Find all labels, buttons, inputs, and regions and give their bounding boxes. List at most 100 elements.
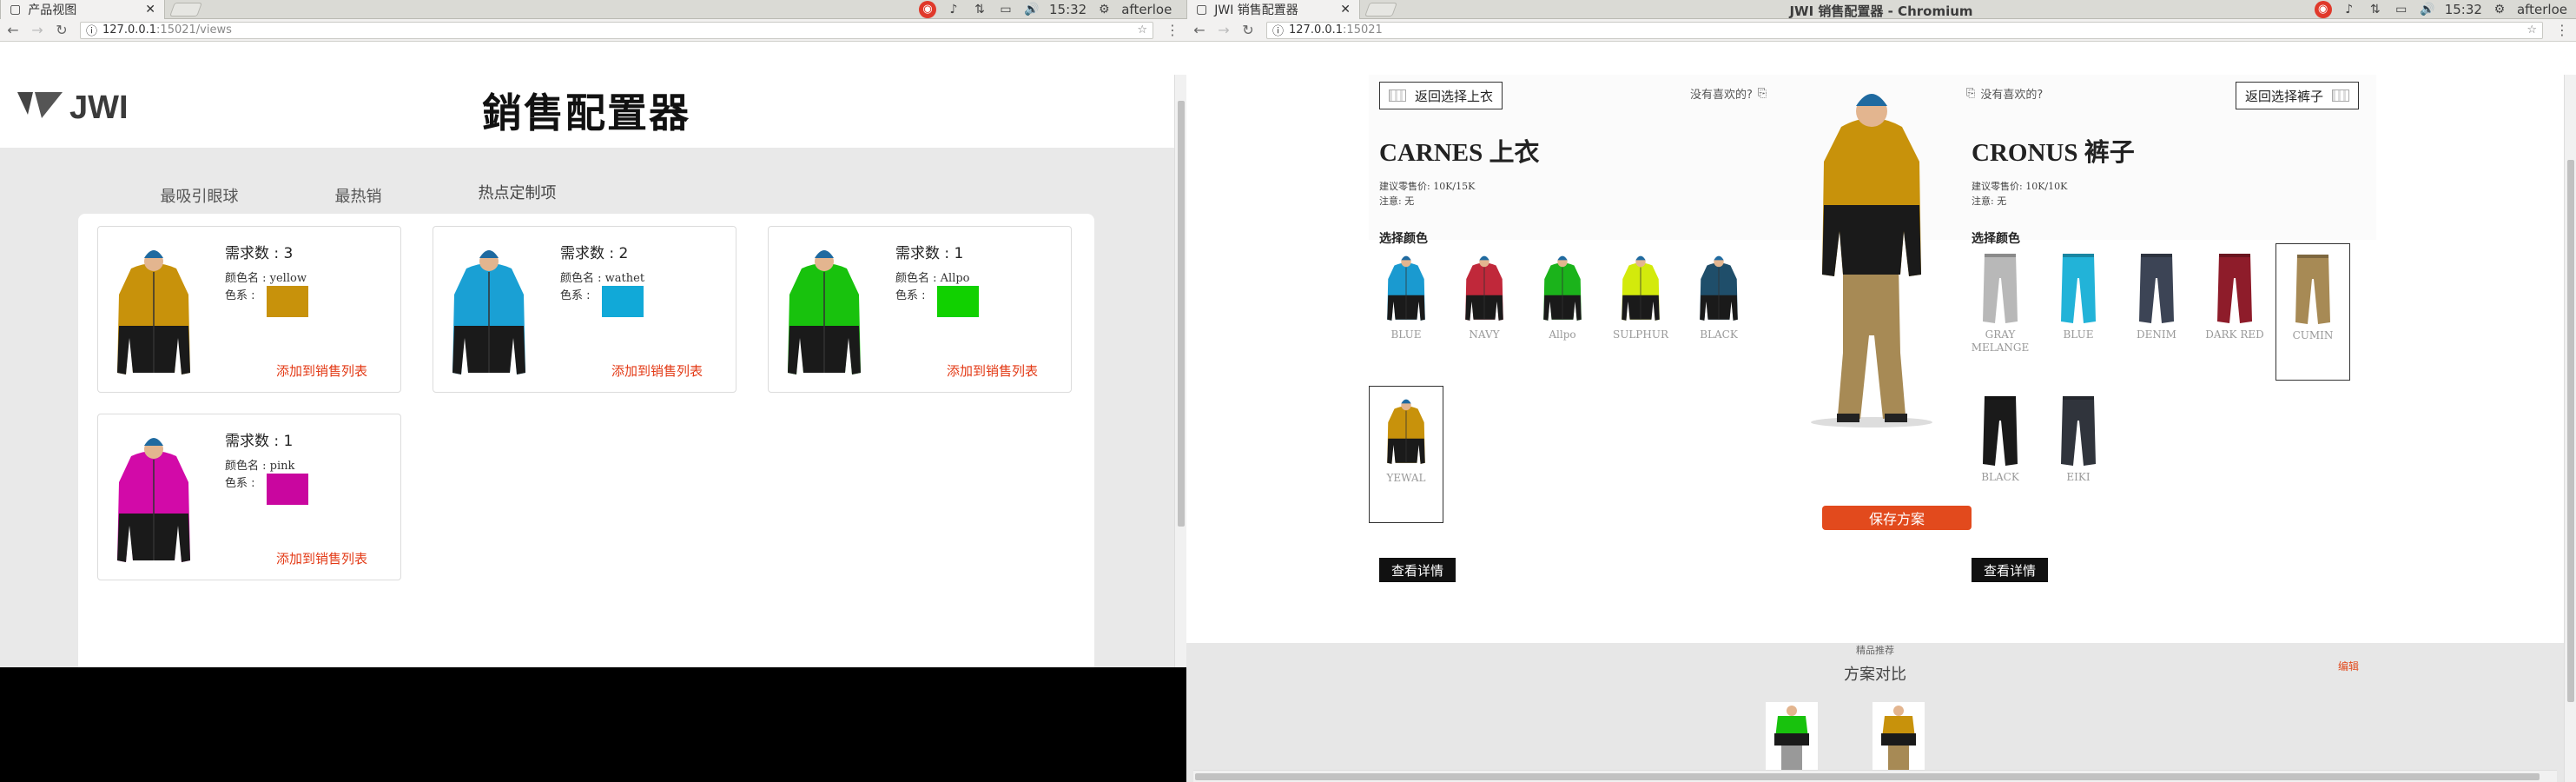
add-to-sales-list-link[interactable]: 添加到销售列表 bbox=[947, 361, 1038, 380]
pants-color-option[interactable]: BLUE bbox=[2041, 243, 2116, 381]
jacket-color-option[interactable]: YEWAL bbox=[1369, 386, 1443, 523]
bookmark-star-icon[interactable]: ☆ bbox=[2526, 23, 2537, 36]
add-to-sales-list-link[interactable]: 添加到销售列表 bbox=[276, 549, 367, 567]
tab-title: JWI 销售配置器 bbox=[1214, 3, 1298, 17]
no-favorite-jacket[interactable]: 没有喜欢的? ⎘ bbox=[1690, 85, 1767, 102]
no-favorite-pants[interactable]: ⎘ 没有喜欢的? bbox=[1966, 85, 2043, 102]
input-method-icon[interactable]: ♪ bbox=[2341, 3, 2358, 17]
username[interactable]: afterloe bbox=[1121, 2, 1172, 17]
jacket-image bbox=[783, 242, 866, 383]
pants-color-option[interactable]: DARK RED bbox=[2197, 243, 2272, 381]
close-tab-icon[interactable]: ✕ bbox=[1340, 3, 1351, 17]
battery-icon[interactable]: ▭ bbox=[997, 3, 1014, 17]
back-arrow-icon[interactable]: ← bbox=[1193, 22, 1205, 38]
url-path: :15021/views bbox=[156, 23, 232, 36]
add-to-sales-list-link[interactable]: 添加到销售列表 bbox=[276, 361, 367, 380]
back-to-pants-button[interactable]: 返回选择裤子 bbox=[2236, 82, 2360, 109]
configurator-page: 返回选择上衣 没有喜欢的? ⎘ CARNES 上衣 建议零售价: 10K/15K… bbox=[1186, 75, 2564, 782]
jacket-color-option[interactable]: BLUE bbox=[1369, 243, 1443, 381]
product-card: 需求数 : 1 颜色名 : Allpo 色系 : 添加到销售列表 bbox=[768, 226, 1072, 393]
url-host: 127.0.0.1 bbox=[102, 23, 157, 36]
logo-mark-icon bbox=[16, 89, 64, 128]
page-icon: ▢ bbox=[10, 2, 22, 17]
scrollbar-thumb[interactable] bbox=[1195, 773, 2540, 780]
username[interactable]: afterloe bbox=[2517, 2, 2567, 17]
pants-detail-button[interactable]: 查看详情 bbox=[1972, 558, 2049, 582]
pants-color-option[interactable]: GRAY MELANGE bbox=[1963, 243, 2038, 381]
bookmark-star-icon[interactable]: ☆ bbox=[1137, 23, 1147, 36]
new-tab-button[interactable] bbox=[169, 2, 202, 17]
window-title: JWI 销售配置器 - Chromium bbox=[1789, 3, 1973, 19]
pants-price: 建议零售价: 10K/10K bbox=[1972, 181, 2068, 192]
bulb-icon: ⎘ bbox=[1966, 87, 1976, 100]
pants-color-option[interactable]: EIKI bbox=[2041, 386, 2116, 523]
color-name: 颜色名 : pink bbox=[225, 460, 295, 473]
app-indicator-icon[interactable]: ◉ bbox=[919, 1, 936, 18]
pants-color-thumbnail bbox=[1978, 394, 2023, 467]
product-card: 需求数 : 1 颜色名 : pink 色系 : 添加到销售列表 bbox=[97, 414, 401, 580]
jacket-color-option[interactable]: NAVY bbox=[1447, 243, 1522, 381]
jacket-color-thumbnail bbox=[1540, 252, 1585, 325]
jacket-color-option-name: YEWAL bbox=[1386, 472, 1426, 484]
plan-thumbnail[interactable] bbox=[1766, 702, 1818, 772]
pants-color-thumbnail bbox=[1978, 252, 2023, 325]
color-name: 颜色名 : yellow bbox=[225, 272, 307, 285]
right-vertical-scrollbar[interactable] bbox=[2564, 75, 2576, 782]
clock[interactable]: 15:32 bbox=[1049, 2, 1087, 17]
left-browser-window: ▢ 产品视图 ✕ ← → ↻ ⓘ 127.0.0.1:15021/views ☆… bbox=[0, 0, 1186, 667]
demand-count: 需求数 : 1 bbox=[225, 433, 294, 450]
url-path: :15021 bbox=[1343, 23, 1383, 36]
jacket-color-option[interactable]: Allpo bbox=[1525, 243, 1600, 381]
left-vertical-scrollbar[interactable] bbox=[1174, 75, 1186, 667]
pants-title: CRONUS 裤子 bbox=[1972, 139, 2135, 167]
jacket-color-thumbnail bbox=[1384, 395, 1429, 468]
menu-icon[interactable]: ⋮ bbox=[1166, 22, 1179, 38]
horizontal-scrollbar[interactable] bbox=[1193, 770, 2557, 782]
browser-tab[interactable]: ▢ JWI 销售配置器 ✕ bbox=[1186, 0, 1360, 19]
jacket-color-option[interactable]: BLACK bbox=[1681, 243, 1756, 381]
recommend-label: 精品推荐 bbox=[1856, 645, 1894, 656]
forward-arrow-icon[interactable]: → bbox=[1218, 22, 1230, 38]
jacket-note: 注意: 无 bbox=[1379, 196, 1415, 207]
back-arrow-icon[interactable]: ← bbox=[7, 22, 19, 38]
input-method-icon[interactable]: ♪ bbox=[945, 3, 962, 17]
tab-most-eye-catching[interactable]: 最吸引眼球 bbox=[120, 184, 279, 217]
reload-icon[interactable]: ↻ bbox=[1242, 22, 1254, 38]
menu-icon[interactable]: ⋮ bbox=[2555, 22, 2569, 38]
clock[interactable]: 15:32 bbox=[2445, 2, 2482, 17]
jacket-color-option[interactable]: SULPHUR bbox=[1603, 243, 1678, 381]
jacket-color-thumbnail bbox=[1618, 252, 1663, 325]
network-icon[interactable]: ⇅ bbox=[971, 3, 988, 17]
settings-gear-icon[interactable]: ⚙ bbox=[1095, 3, 1113, 17]
pants-color-option-name: EIKI bbox=[2066, 471, 2091, 483]
edit-link[interactable]: 编辑 bbox=[2338, 659, 2359, 673]
new-tab-button[interactable] bbox=[1364, 2, 1397, 17]
jacket-detail-button[interactable]: 查看详情 bbox=[1379, 558, 1456, 582]
volume-icon[interactable]: 🔊 bbox=[1023, 3, 1040, 17]
pants-color-option[interactable]: CUMIN bbox=[2275, 243, 2350, 381]
volume-icon[interactable]: 🔊 bbox=[2419, 3, 2436, 17]
app-indicator-icon[interactable]: ◉ bbox=[2314, 1, 2332, 18]
plan-thumbnail[interactable] bbox=[1873, 702, 1925, 772]
save-plan-button[interactable]: 保存方案 bbox=[1822, 506, 1972, 530]
page-title: 銷售配置器 bbox=[482, 89, 690, 136]
network-icon[interactable]: ⇅ bbox=[2367, 3, 2384, 17]
forward-arrow-icon[interactable]: → bbox=[31, 22, 43, 38]
address-bar[interactable]: ⓘ 127.0.0.1:15021 ☆ bbox=[1266, 21, 2543, 39]
tab-best-selling[interactable]: 最热销 bbox=[279, 184, 438, 217]
settings-gear-icon[interactable]: ⚙ bbox=[2491, 3, 2508, 17]
tab-hot-custom[interactable]: 热点定制项 bbox=[438, 181, 597, 217]
pants-color-option[interactable]: BLACK bbox=[1963, 386, 2038, 523]
close-tab-icon[interactable]: ✕ bbox=[145, 3, 155, 17]
scrollbar-thumb[interactable] bbox=[1178, 101, 1185, 527]
address-bar[interactable]: ⓘ 127.0.0.1:15021/views ☆ bbox=[80, 21, 1153, 39]
reload-icon[interactable]: ↻ bbox=[56, 22, 68, 38]
pants-color-option-name: DENIM bbox=[2137, 328, 2176, 341]
browser-tab[interactable]: ▢ 产品视图 ✕ bbox=[0, 0, 165, 19]
add-to-sales-list-link[interactable]: 添加到销售列表 bbox=[611, 361, 703, 380]
scrollbar-thumb[interactable] bbox=[2567, 160, 2574, 702]
pants-color-option[interactable]: DENIM bbox=[2119, 243, 2194, 381]
battery-icon[interactable]: ▭ bbox=[2393, 3, 2410, 17]
grid-icon bbox=[2332, 89, 2350, 102]
back-to-jacket-button[interactable]: 返回选择上衣 bbox=[1379, 82, 1503, 109]
